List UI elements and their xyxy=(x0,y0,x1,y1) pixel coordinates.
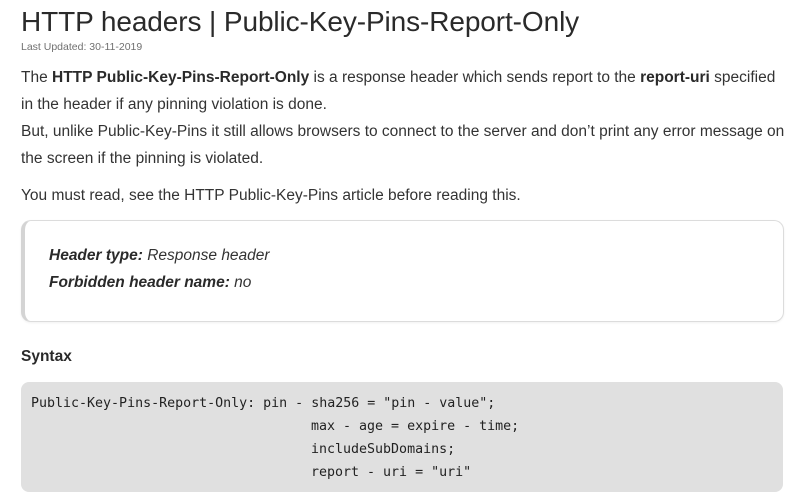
syntax-code-block: Public-Key-Pins-Report-Only: pin - sha25… xyxy=(21,382,783,492)
code-line: max - age = expire - time; xyxy=(311,419,520,434)
code-line: Public-Key-Pins-Report-Only: pin - sha25… xyxy=(31,396,496,411)
forbidden-header-label: Forbidden header name: xyxy=(49,274,230,291)
header-type-line: Header type: Response header xyxy=(49,247,270,265)
code-line: report - uri = "uri" xyxy=(311,465,472,480)
header-type-value: Response header xyxy=(142,247,270,264)
last-updated: Last Updated: 30-11-2019 xyxy=(21,41,143,53)
intro-bold-header-name: HTTP Public-Key-Pins-Report-Only xyxy=(52,69,310,86)
intro-paragraph: The HTTP Public-Key-Pins-Report-Only is … xyxy=(21,64,789,172)
syntax-heading: Syntax xyxy=(21,348,72,365)
forbidden-header-value: no xyxy=(229,274,252,291)
intro-text-1: The xyxy=(21,69,53,86)
code-line: includeSubDomains; xyxy=(311,442,456,457)
intro-text-4: But, unlike Public-Key-Pins it still all… xyxy=(21,123,785,167)
page-title: HTTP headers | Public-Key-Pins-Report-On… xyxy=(21,6,580,37)
forbidden-header-line: Forbidden header name: no xyxy=(49,274,251,292)
must-read-paragraph: You must read, see the HTTP Public-Key-P… xyxy=(21,187,521,204)
header-type-label: Header type: xyxy=(49,247,143,264)
header-info-box: Header type: Response header Forbidden h… xyxy=(21,220,784,322)
intro-text-2: is a response header which sends report … xyxy=(309,69,641,86)
intro-bold-report-uri: report-uri xyxy=(640,69,710,86)
